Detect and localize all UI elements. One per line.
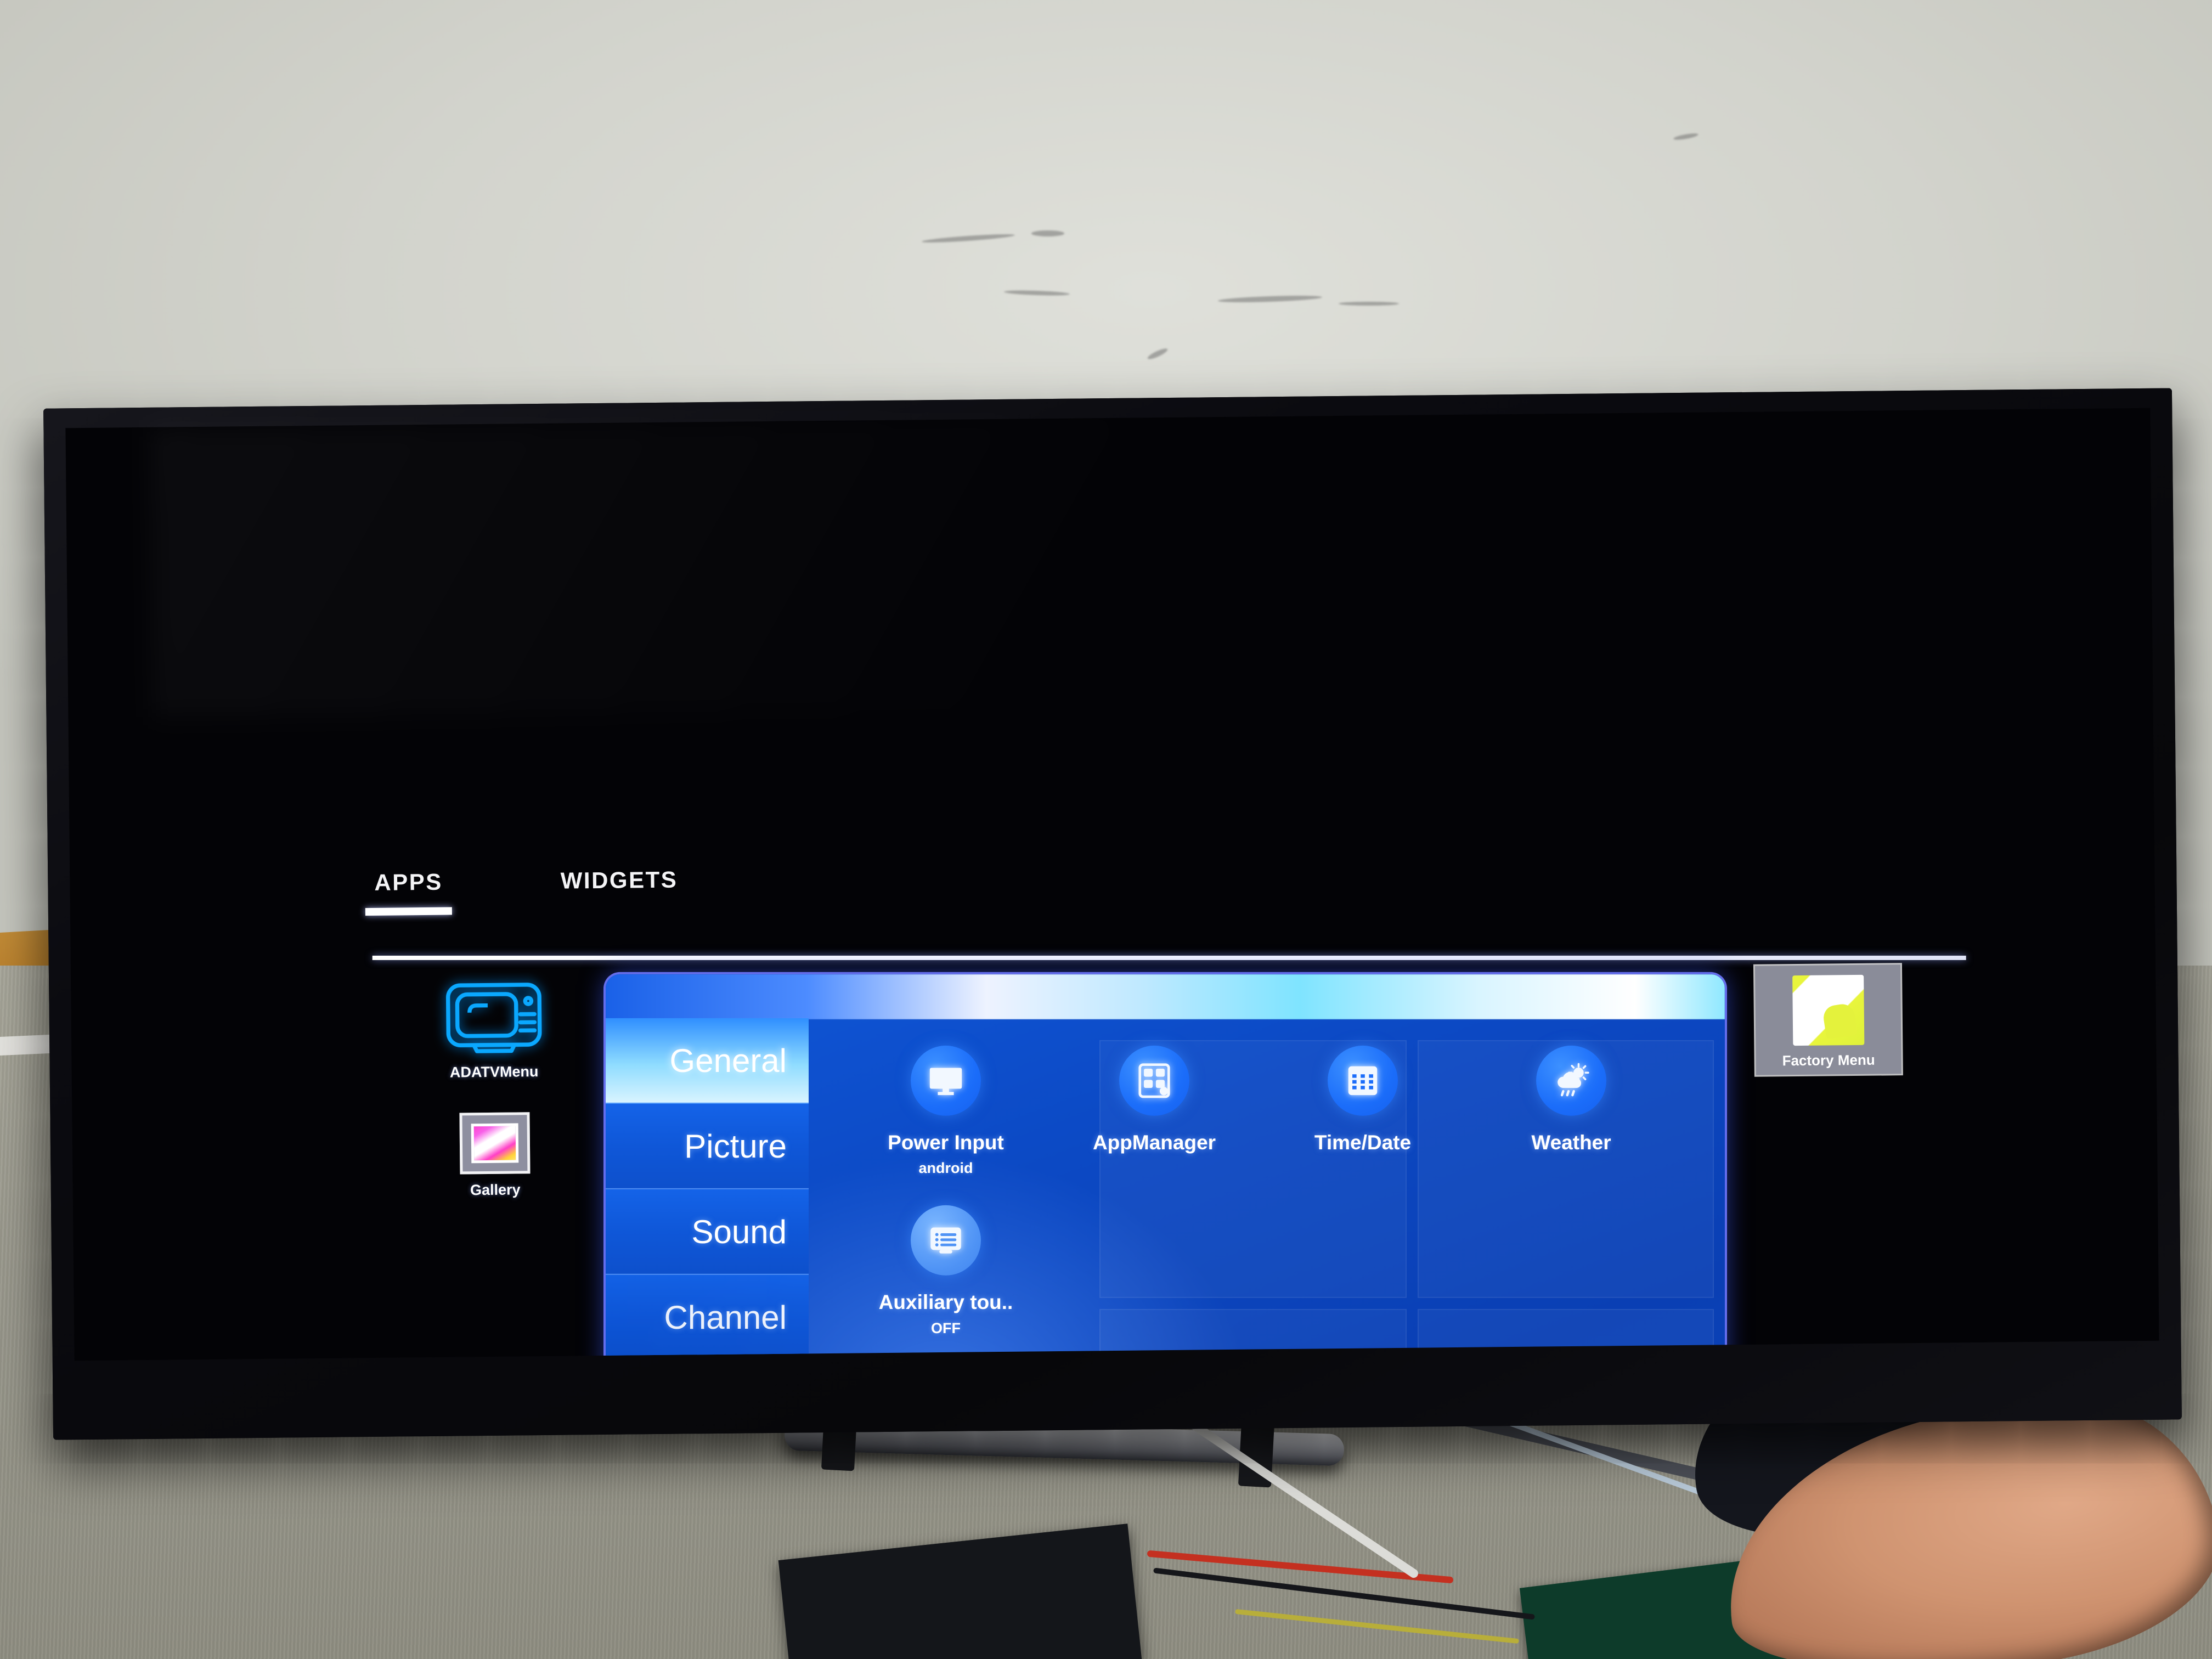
tile-label-power-input: Power Input	[888, 1131, 1004, 1154]
sidebar-item-general[interactable]: General	[606, 1018, 809, 1104]
tab-apps[interactable]: APPS	[374, 869, 443, 906]
settings-panel-top-bar	[606, 974, 1725, 1019]
tab-widgets[interactable]: WIDGETS	[561, 867, 678, 904]
app-adatvmenu[interactable]: ADATVMenu	[411, 977, 577, 1081]
launcher-tabs: APPS WIDGETS	[374, 867, 678, 906]
calendar-icon	[1328, 1045, 1398, 1116]
app-label-factory-menu: Factory Menu	[1782, 1051, 1875, 1069]
settings-tiles-row-2: Auxiliary tou.. OFF	[842, 1205, 1708, 1361]
tile-label-auxiliary-touch: Auxiliary tou..	[878, 1291, 1013, 1314]
tile-time-date[interactable]: Time/Date	[1259, 1045, 1467, 1177]
tv-screen: APPS WIDGETS ADATVMenu Gallery Factory M…	[65, 408, 2159, 1361]
app-factory-menu[interactable]: Factory Menu	[1754, 964, 1901, 1075]
app-list: ADATVMenu Gallery	[411, 977, 578, 1231]
list-menu-icon	[911, 1205, 981, 1276]
android-icon	[1792, 974, 1864, 1046]
tile-auxiliary-touch[interactable]: Auxiliary tou.. OFF	[842, 1205, 1050, 1336]
tile-label-appmanager: AppManager	[1092, 1131, 1216, 1154]
monitor-icon	[911, 1045, 981, 1116]
settings-sidebar: General Picture Sound Channel Network In…	[606, 1018, 809, 1361]
television-set: APPS WIDGETS ADATVMenu Gallery Factory M…	[43, 388, 2182, 1440]
gallery-icon-photo	[471, 1123, 519, 1164]
settings-tiles: Power Input android AppManager Time/Date…	[842, 1045, 1708, 1361]
sidebar-item-channel[interactable]: Channel	[606, 1274, 809, 1361]
settings-tiles-row-1: Power Input android AppManager Time/Date…	[842, 1045, 1708, 1205]
gallery-icon	[459, 1112, 531, 1175]
tile-appmanager[interactable]: AppManager	[1050, 1045, 1259, 1177]
apps-grid-icon	[1119, 1045, 1190, 1116]
sidebar-item-picture[interactable]: Picture	[606, 1103, 809, 1189]
tile-sub-auxiliary-touch: OFF	[931, 1319, 961, 1336]
tv-icon	[443, 978, 545, 1057]
tile-sub-power-input: android	[918, 1160, 973, 1177]
sidebar-item-sound[interactable]: Sound	[606, 1189, 809, 1275]
app-gallery[interactable]: Gallery	[412, 1111, 577, 1199]
tile-label-weather: Weather	[1531, 1131, 1611, 1154]
settings-panel: General Picture Sound Channel Network In…	[606, 974, 1725, 1361]
photo-scene: APPS WIDGETS ADATVMenu Gallery Factory M…	[0, 0, 2212, 1659]
cloud-sun-rain-icon	[1536, 1045, 1607, 1116]
app-label-gallery: Gallery	[470, 1181, 521, 1199]
tabs-divider	[372, 955, 1966, 960]
tile-weather[interactable]: Weather	[1467, 1045, 1675, 1177]
tile-label-time-date: Time/Date	[1314, 1131, 1412, 1154]
tile-power-input[interactable]: Power Input android	[842, 1045, 1050, 1177]
app-label-adatvmenu: ADATVMenu	[449, 1063, 539, 1081]
